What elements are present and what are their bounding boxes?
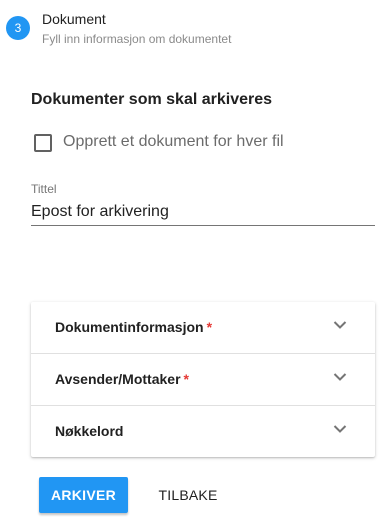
step-number-badge: 3 bbox=[6, 16, 30, 40]
accordion-item-avsender-mottaker[interactable]: Avsender/Mottaker * bbox=[31, 354, 375, 406]
archive-button[interactable]: ARKIVER bbox=[39, 477, 128, 513]
chevron-down-icon[interactable] bbox=[333, 320, 347, 330]
accordion-item-label: Avsender/Mottaker * bbox=[55, 371, 189, 387]
back-button[interactable]: TILBAKE bbox=[150, 477, 226, 513]
title-field-label: Tittel bbox=[31, 182, 57, 196]
checkbox-box[interactable] bbox=[34, 134, 52, 152]
required-mark: * bbox=[206, 319, 213, 335]
archive-document-step: 3 Dokument Fyll inn informasjon om dokum… bbox=[0, 0, 381, 526]
title-input[interactable] bbox=[31, 199, 375, 226]
title-field: Tittel bbox=[31, 182, 375, 228]
step-subtitle: Fyll inn informasjon om dokumentet bbox=[42, 32, 232, 46]
accordion-item-label: Nøkkelord bbox=[55, 423, 124, 439]
required-mark: * bbox=[183, 371, 189, 387]
section-heading: Dokumenter som skal arkiveres bbox=[31, 91, 273, 108]
chevron-down-icon[interactable] bbox=[333, 372, 347, 382]
accordion-item-dokumentinformasjon[interactable]: Dokumentinformasjon * bbox=[31, 302, 375, 354]
chevron-down-icon[interactable] bbox=[333, 424, 347, 434]
accordion-item-label: Dokumentinformasjon * bbox=[55, 319, 213, 335]
accordion-item-nokkelord[interactable]: Nøkkelord bbox=[31, 406, 375, 457]
step-title: Dokument bbox=[42, 11, 106, 27]
checkbox-label: Opprett et dokument for hver fil bbox=[63, 133, 284, 150]
accordion: Dokumentinformasjon * Avsender/Mottaker * … bbox=[31, 302, 375, 457]
